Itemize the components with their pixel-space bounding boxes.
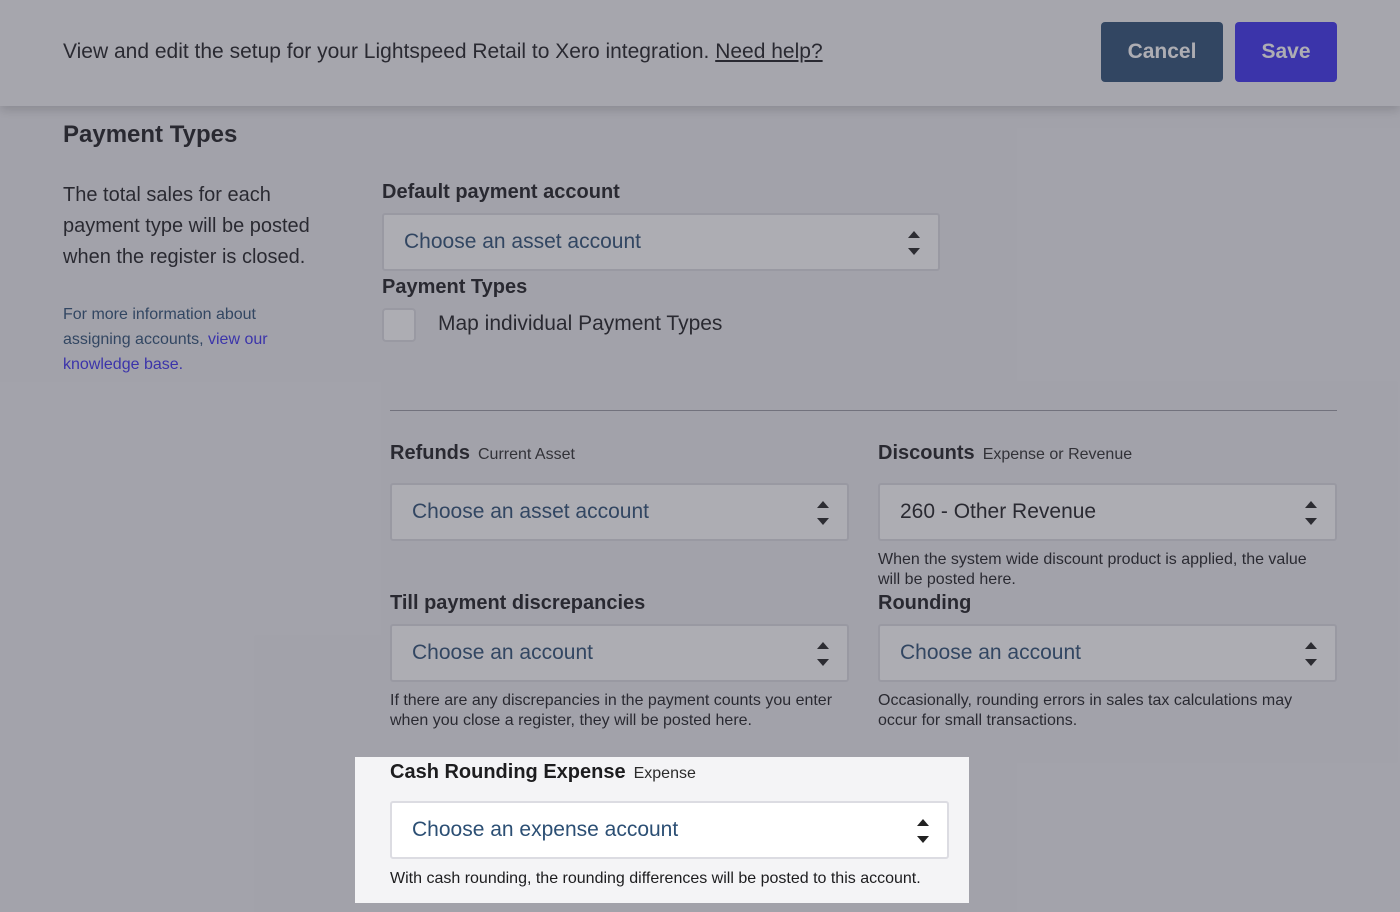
till-value: Choose an account [412,641,593,664]
cash-rounding-sublabel: Expense [633,765,696,782]
discounts-label-text: Discounts [878,442,975,464]
header-description-text: View and edit the setup for your Lightsp… [63,40,710,63]
select-arrows-icon [1305,639,1317,669]
select-arrows-icon [817,639,829,669]
payment-types-label: Payment Types [382,276,528,298]
discounts-label: Discounts Expense or Revenue [878,442,1132,465]
section-title: Payment Types [63,121,238,148]
refunds-label: Refunds Current Asset [390,442,575,465]
knowledge-base-info: For more information about assigning acc… [63,302,303,377]
refunds-value: Choose an asset account [412,500,649,523]
refunds-sublabel: Current Asset [478,446,575,463]
refunds-select[interactable]: Choose an asset account [390,483,849,541]
cancel-button[interactable]: Cancel [1101,22,1223,82]
map-payment-types-checkbox[interactable] [382,308,416,342]
cash-rounding-value: Choose an expense account [412,818,679,841]
cash-rounding-help: With cash rounding, the rounding differe… [390,870,921,887]
till-select[interactable]: Choose an account [390,624,849,682]
default-payment-value: Choose an asset account [404,230,641,253]
map-payment-types-label[interactable]: Map individual Payment Types [438,312,722,336]
discounts-value: 260 - Other Revenue [900,500,1097,523]
select-arrows-icon [908,228,920,258]
need-help-link[interactable]: Need help? [715,40,822,63]
till-label: Till payment discrepancies [390,592,646,614]
till-help: If there are any discrepancies in the pa… [390,692,833,729]
cash-rounding-section: Cash Rounding Expense Expense Choose an e… [355,757,969,903]
top-bar: View and edit the setup for your Lightsp… [0,0,1400,106]
save-button[interactable]: Save [1235,22,1337,82]
select-arrows-icon [1305,498,1317,528]
select-arrows-icon [917,816,929,846]
discounts-sublabel: Expense or Revenue [982,446,1133,463]
refunds-label-text: Refunds [390,442,470,464]
divider [390,410,1337,411]
cash-rounding-label: Cash Rounding Expense Expense [390,761,696,784]
default-payment-select[interactable]: Choose an asset account [382,213,940,271]
rounding-help: Occasionally, rounding errors in sales t… [878,692,1293,729]
header-description: View and edit the setup for your Lightsp… [63,40,823,64]
select-arrows-icon [817,498,829,528]
rounding-select[interactable]: Choose an account [878,624,1337,682]
discounts-select[interactable]: 260 - Other Revenue [878,483,1337,541]
section-description: The total sales for each payment type wi… [63,184,310,268]
discounts-help: When the system wide discount product is… [878,551,1307,588]
cash-rounding-label-text: Cash Rounding Expense [390,761,626,783]
rounding-value: Choose an account [900,641,1081,664]
cash-rounding-select[interactable]: Choose an expense account [390,801,949,859]
default-payment-label: Default payment account [382,181,620,203]
rounding-label: Rounding [878,592,972,614]
